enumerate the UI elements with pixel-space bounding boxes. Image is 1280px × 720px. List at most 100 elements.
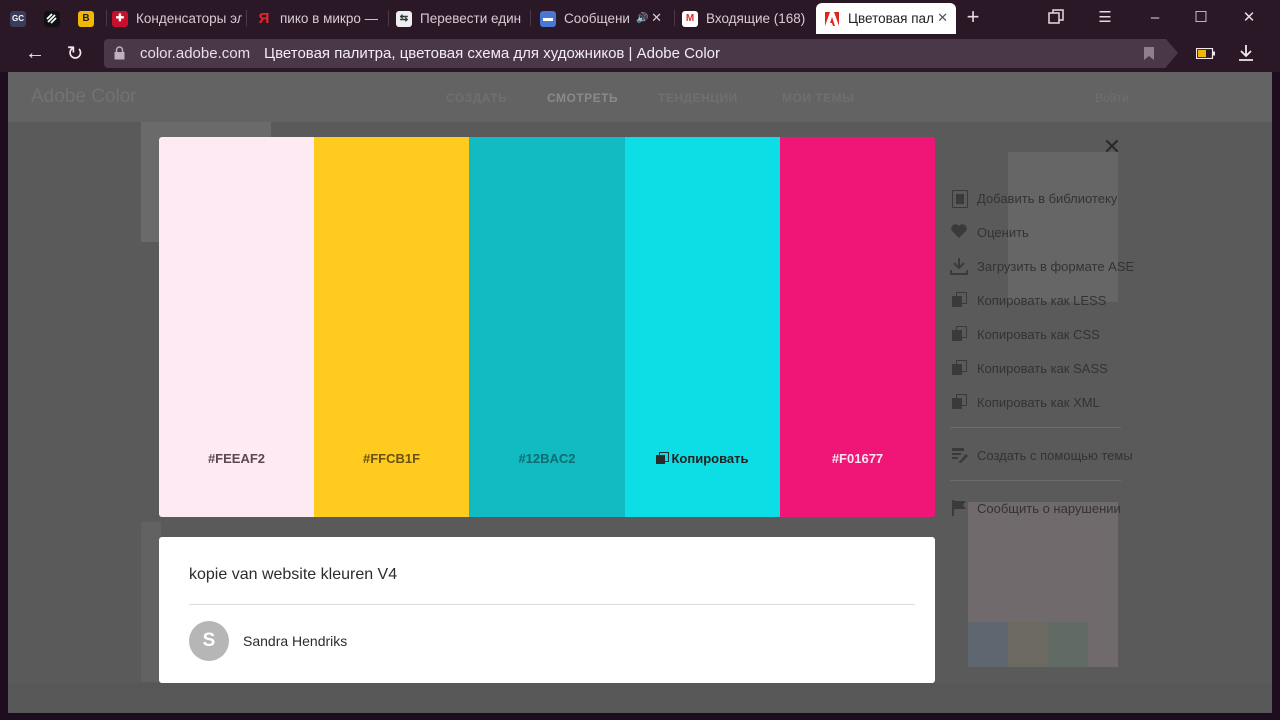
color-swatch[interactable]: #FEEAF2 bbox=[159, 137, 314, 517]
site-nav-create[interactable]: СОЗДАТЬ bbox=[446, 91, 507, 105]
footer-link[interactable]: · bbox=[33, 692, 37, 704]
gc-favicon-icon: GC bbox=[10, 10, 26, 27]
copy-as-less-button[interactable]: Копировать как LESS bbox=[950, 290, 1106, 310]
copy-as-xml-button[interactable]: Копировать как XML bbox=[950, 392, 1100, 412]
browser-toolbar: ← ↻ color.adobe.com Цветовая палитра, цв… bbox=[0, 34, 1280, 72]
action-label: Копировать как SASS bbox=[977, 360, 1108, 376]
theme-info-card: kopie van website kleuren V4 S Sandra He… bbox=[159, 537, 935, 683]
yandex-favicon-icon: Я bbox=[258, 10, 270, 27]
tab-separator bbox=[388, 10, 389, 26]
site-brand[interactable]: Adobe Color bbox=[31, 86, 137, 108]
lock-icon bbox=[114, 46, 125, 60]
close-tab-icon[interactable]: ✕ bbox=[937, 10, 948, 26]
copy-icon bbox=[950, 291, 970, 309]
heart-icon bbox=[950, 223, 970, 241]
tab-label: Сообщени bbox=[564, 11, 630, 26]
tab-pinned-gc[interactable]: GC bbox=[10, 3, 36, 34]
link-favicon-icon bbox=[44, 10, 60, 27]
download-ase-button[interactable]: Загрузить в формате ASE bbox=[950, 256, 1134, 276]
theme-name: kopie van website kleuren V4 bbox=[189, 566, 398, 583]
close-window-icon[interactable]: ✕ bbox=[1234, 5, 1264, 29]
copy-as-sass-button[interactable]: Копировать как SASS bbox=[950, 358, 1108, 378]
site-header: Adobe Color СОЗДАТЬ СМОТРЕТЬ ТЕНДЕНЦИИ М… bbox=[8, 72, 1272, 122]
tab-pinned-vk[interactable]: B bbox=[78, 3, 104, 34]
chat-bubble-favicon-icon: ▬ bbox=[540, 10, 556, 27]
gmail-favicon-icon: M bbox=[682, 10, 698, 27]
library-icon bbox=[950, 189, 970, 208]
download-icon[interactable] bbox=[1232, 40, 1260, 66]
avatar[interactable]: S bbox=[189, 621, 229, 661]
address-bar[interactable]: color.adobe.com Цветовая палитра, цветов… bbox=[104, 39, 1178, 68]
swatch-hex-label: #FFCB1F bbox=[362, 451, 421, 466]
color-swatch-hovered[interactable]: Копировать bbox=[625, 137, 780, 517]
tab-messages[interactable]: ▬ Сообщени 🔊 ✕ bbox=[540, 3, 670, 34]
close-modal-icon[interactable]: ✕ bbox=[1102, 136, 1122, 158]
close-tab-icon[interactable]: ✕ bbox=[651, 10, 662, 26]
copy-icon bbox=[950, 359, 970, 377]
swatch-copy-label: Копировать bbox=[671, 451, 749, 466]
tab-unit-converter[interactable]: ⇆ Перевести един bbox=[396, 3, 526, 34]
minimize-window-icon[interactable]: – bbox=[1140, 5, 1170, 29]
action-label: Сообщить о нарушении bbox=[977, 500, 1121, 516]
tab-label: Конденсаторы эл bbox=[136, 11, 242, 26]
copy-icon bbox=[950, 393, 970, 411]
battery-saver-icon[interactable] bbox=[1192, 40, 1220, 66]
copy-icon bbox=[656, 452, 670, 464]
tab-adobe-color[interactable]: Цветовая пал ✕ bbox=[816, 3, 956, 34]
site-footer: · bbox=[8, 683, 1272, 713]
tab-label: Перевести един bbox=[420, 11, 522, 26]
edit-theme-icon bbox=[950, 446, 970, 464]
action-label: Добавить в библиотеку bbox=[977, 190, 1118, 206]
back-arrow-icon[interactable]: ← bbox=[21, 40, 49, 66]
b-favicon-icon: B bbox=[78, 10, 94, 27]
browser-tab-strip: GC B ✚ Конденсаторы эл Я пико в микро — … bbox=[0, 0, 1280, 34]
action-label: Создать с помощью темы bbox=[977, 447, 1133, 463]
action-label: Копировать как LESS bbox=[977, 292, 1107, 308]
bookmark-icon[interactable] bbox=[1144, 47, 1154, 60]
action-label: Оценить bbox=[977, 224, 1029, 240]
site-nav-my-themes[interactable]: МОИ ТЕМЫ bbox=[782, 91, 854, 105]
background-swatch bbox=[1008, 622, 1048, 667]
tab-pinned-link[interactable] bbox=[44, 3, 70, 34]
swatch-hex-label: #12BAC2 bbox=[518, 451, 576, 466]
translate-favicon-icon: ⇆ bbox=[396, 10, 412, 27]
swatch-hex-label: #FEEAF2 bbox=[207, 451, 266, 466]
site-login-link[interactable]: Войти bbox=[1095, 91, 1129, 105]
tab-gmail-inbox[interactable]: M Входящие (168) bbox=[682, 3, 810, 34]
tab-yandex-search[interactable]: Я пико в микро — bbox=[256, 3, 386, 34]
tabs-overview-icon[interactable] bbox=[1041, 5, 1071, 29]
site-nav-explore[interactable]: СМОТРЕТЬ bbox=[547, 91, 618, 105]
adobe-favicon-icon bbox=[824, 11, 840, 27]
add-to-library-button[interactable]: Добавить в библиотеку bbox=[950, 188, 1117, 208]
reload-icon[interactable]: ↻ bbox=[61, 40, 89, 66]
create-with-theme-button[interactable]: Создать с помощью темы bbox=[950, 445, 1133, 465]
menu-hamburger-icon[interactable]: ☰ bbox=[1090, 5, 1120, 29]
new-tab-plus-icon[interactable]: + bbox=[958, 4, 988, 29]
tab-capacitors[interactable]: ✚ Конденсаторы эл bbox=[112, 3, 242, 34]
color-swatch[interactable]: #F01677 bbox=[780, 137, 935, 517]
background-theme-card bbox=[141, 522, 161, 682]
actions-divider bbox=[950, 480, 1121, 481]
report-abuse-button[interactable]: Сообщить о нарушении bbox=[950, 498, 1121, 518]
copy-as-css-button[interactable]: Копировать как CSS bbox=[950, 324, 1100, 344]
author-name[interactable]: Sandra Hendriks bbox=[243, 633, 347, 649]
card-divider bbox=[189, 604, 915, 605]
tab-label: Входящие (168) bbox=[706, 11, 806, 26]
color-palette: #FEEAF2 #FFCB1F #12BAC2 Копировать #F016… bbox=[159, 137, 935, 517]
address-page-title: Цветовая палитра, цветовая схема для худ… bbox=[264, 45, 720, 62]
background-swatch bbox=[1048, 622, 1088, 667]
copy-icon bbox=[950, 325, 970, 343]
action-label: Загрузить в формате ASE bbox=[977, 258, 1135, 274]
swatch-copy-button[interactable]: Копировать bbox=[625, 451, 780, 466]
tab-label: пико в микро — bbox=[280, 11, 379, 26]
site-favicon-icon: ✚ bbox=[112, 10, 128, 27]
tab-separator bbox=[246, 10, 247, 26]
speaker-icon[interactable]: 🔊 bbox=[636, 13, 648, 24]
action-label: Копировать как CSS bbox=[977, 326, 1100, 342]
site-nav-trends[interactable]: ТЕНДЕНЦИИ bbox=[658, 91, 738, 105]
maximize-window-icon[interactable]: ☐ bbox=[1186, 5, 1216, 29]
color-swatch[interactable]: #FFCB1F bbox=[314, 137, 469, 517]
tab-separator bbox=[530, 10, 531, 26]
color-swatch[interactable]: #12BAC2 bbox=[469, 137, 625, 517]
rate-button[interactable]: Оценить bbox=[950, 222, 1029, 242]
